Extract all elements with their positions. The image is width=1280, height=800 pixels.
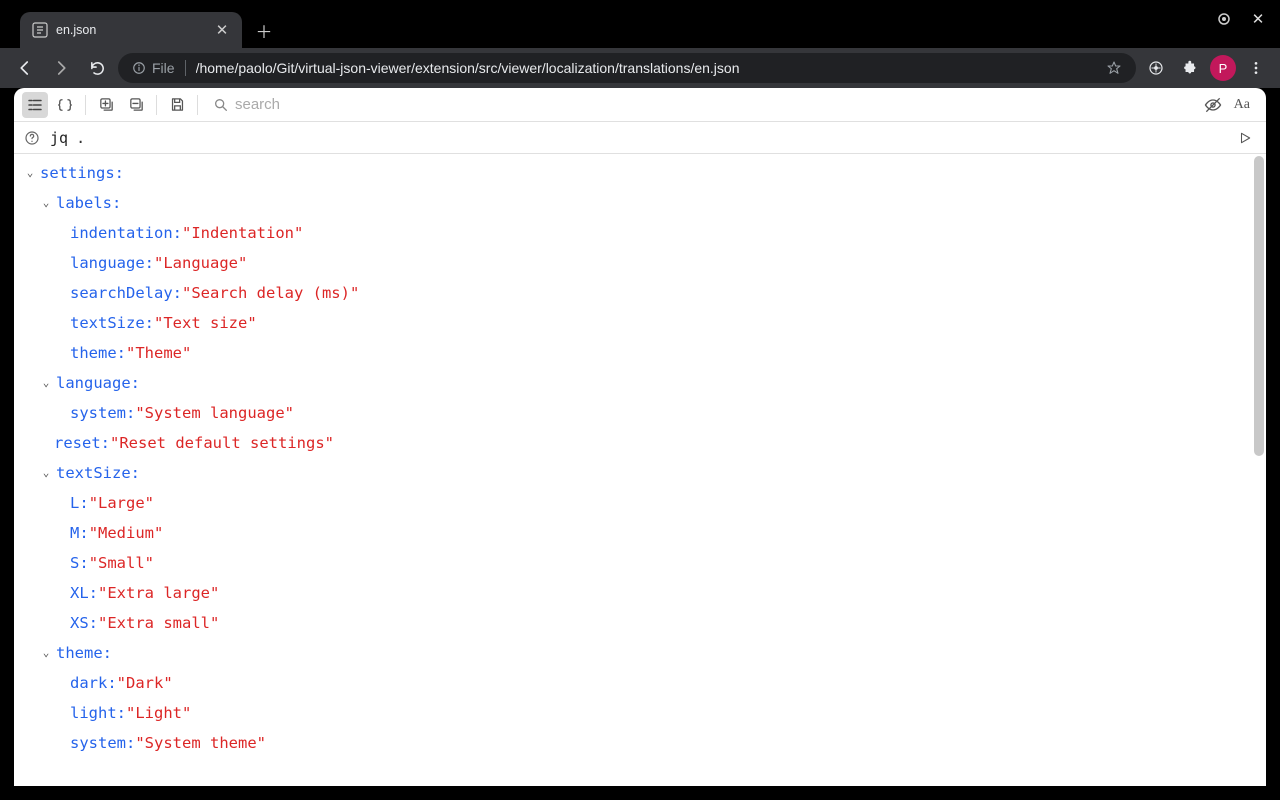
- tree-leaf[interactable]: theme: "Theme": [22, 338, 1258, 368]
- extensions-puzzle-icon[interactable]: [1176, 54, 1204, 82]
- tree-leaf[interactable]: XS: "Extra small": [22, 608, 1258, 638]
- tree-leaf[interactable]: language: "Language": [22, 248, 1258, 278]
- viewer-toolbar: Aa: [14, 88, 1266, 122]
- profile-avatar[interactable]: P: [1210, 55, 1236, 81]
- tab-favicon: [32, 22, 48, 38]
- tree-leaf[interactable]: textSize: "Text size": [22, 308, 1258, 338]
- scrollbar-thumb[interactable]: [1254, 156, 1264, 456]
- tab-close-button[interactable]: ✕: [214, 22, 230, 38]
- chevron-down-icon[interactable]: ⌄: [22, 158, 38, 188]
- address-bar: File /home/paolo/Git/virtual-json-viewer…: [0, 48, 1280, 88]
- case-sensitive-button[interactable]: Aa: [1230, 92, 1254, 118]
- tree-leaf[interactable]: L: "Large": [22, 488, 1258, 518]
- tree-leaf[interactable]: dark: "Dark": [22, 668, 1258, 698]
- tree-node[interactable]: ⌄textSize:: [22, 458, 1258, 488]
- jq-label: jq: [50, 129, 68, 147]
- new-tab-button[interactable]: ＋: [250, 16, 278, 44]
- tree-leaf[interactable]: S: "Small": [22, 548, 1258, 578]
- tree-node[interactable]: ⌄labels:: [22, 188, 1258, 218]
- extension-icon[interactable]: [1142, 54, 1170, 82]
- search-field[interactable]: [205, 92, 1196, 118]
- tree-leaf[interactable]: system: "System language": [22, 398, 1258, 428]
- tree-node[interactable]: ⌄settings:: [22, 158, 1258, 188]
- jq-help-button[interactable]: [22, 125, 42, 151]
- chevron-down-icon[interactable]: ⌄: [38, 368, 54, 398]
- collapse-all-button[interactable]: [123, 92, 149, 118]
- toolbar-separator: [156, 95, 157, 115]
- jq-run-button[interactable]: [1232, 125, 1258, 151]
- tab-title: en.json: [56, 23, 206, 37]
- url-box[interactable]: File /home/paolo/Git/virtual-json-viewer…: [118, 53, 1136, 83]
- tree-leaf[interactable]: reset: "Reset default settings": [22, 428, 1258, 458]
- scrollbar-track[interactable]: [1252, 154, 1266, 786]
- search-input[interactable]: [235, 96, 1188, 113]
- tree-leaf[interactable]: indentation: "Indentation": [22, 218, 1258, 248]
- visibility-toggle-button[interactable]: [1200, 92, 1226, 118]
- search-icon: [213, 97, 229, 113]
- chevron-down-icon[interactable]: ⌄: [38, 458, 54, 488]
- info-icon: [132, 61, 146, 75]
- nav-reload-button[interactable]: [82, 53, 112, 83]
- json-viewer: Aa jq ⌄settings: ⌄labels: indentation: "…: [14, 88, 1266, 786]
- tree-leaf[interactable]: XL: "Extra large": [22, 578, 1258, 608]
- raw-view-button[interactable]: [52, 92, 78, 118]
- tree-leaf[interactable]: searchDelay: "Search delay (ms)": [22, 278, 1258, 308]
- browser-tab[interactable]: en.json ✕: [20, 12, 242, 48]
- toolbar-separator: [85, 95, 86, 115]
- chevron-down-icon[interactable]: ⌄: [38, 638, 54, 668]
- save-button[interactable]: [164, 92, 190, 118]
- url-divider: [185, 60, 186, 76]
- tree-node[interactable]: ⌄language:: [22, 368, 1258, 398]
- window-minimize-button[interactable]: [1218, 13, 1238, 31]
- expand-all-button[interactable]: [93, 92, 119, 118]
- tree-node[interactable]: ⌄theme:: [22, 638, 1258, 668]
- nav-back-button[interactable]: [10, 53, 40, 83]
- bookmark-star-icon[interactable]: [1106, 60, 1122, 76]
- tree-view-button[interactable]: [22, 92, 48, 118]
- tree-leaf[interactable]: system: "System theme": [22, 728, 1258, 758]
- nav-forward-button[interactable]: [46, 53, 76, 83]
- toolbar-separator: [197, 95, 198, 115]
- tree-leaf[interactable]: light: "Light": [22, 698, 1258, 728]
- browser-menu-button[interactable]: [1242, 54, 1270, 82]
- tree-leaf[interactable]: M: "Medium": [22, 518, 1258, 548]
- window-controls: ✕: [1208, 2, 1278, 36]
- json-tree[interactable]: ⌄settings: ⌄labels: indentation: "Indent…: [14, 154, 1266, 786]
- jq-bar: jq: [14, 122, 1266, 154]
- jq-input[interactable]: [76, 129, 1224, 147]
- url-scheme: File: [132, 60, 175, 76]
- window-close-button[interactable]: ✕: [1248, 10, 1268, 28]
- tab-strip: en.json ✕ ＋: [0, 0, 1280, 48]
- chevron-down-icon[interactable]: ⌄: [38, 188, 54, 218]
- url-path: /home/paolo/Git/virtual-json-viewer/exte…: [196, 60, 1096, 76]
